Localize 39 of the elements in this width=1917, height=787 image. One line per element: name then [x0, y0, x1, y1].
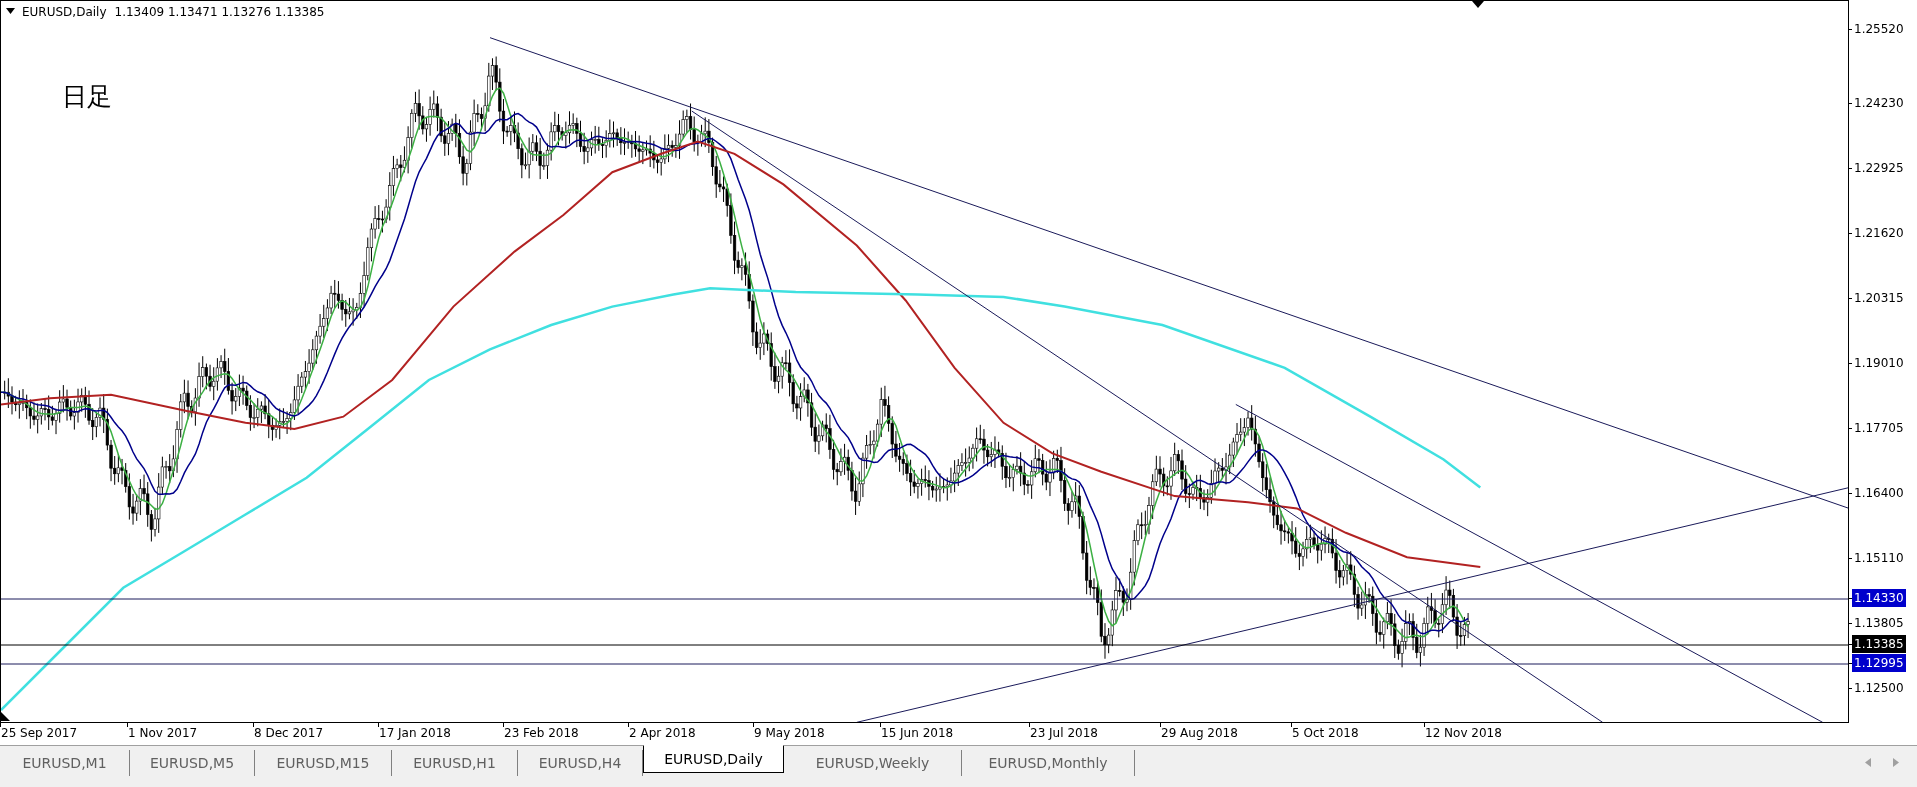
price-level-label: 1.14330: [1852, 589, 1906, 607]
price-axis-label: 1.17705: [1853, 420, 1905, 437]
date-axis-label: 2 Apr 2018: [629, 725, 696, 742]
scroll-left-icon[interactable]: [1865, 758, 1871, 767]
date-axis-label: 5 Oct 2018: [1292, 725, 1359, 742]
date-axis-label: 12 Nov 2018: [1425, 725, 1502, 742]
date-axis-label: 9 May 2018: [754, 725, 825, 742]
price-axis-label: 1.19010: [1853, 355, 1905, 372]
date-axis-label: 1 Nov 2017: [128, 725, 198, 742]
date-axis-label: 17 Jan 2018: [379, 725, 451, 742]
price-axis-label: 1.24230: [1853, 95, 1905, 112]
date-axis-label: 23 Feb 2018: [504, 725, 579, 742]
price-axis-label: 1.15110: [1853, 550, 1905, 567]
chart-tab[interactable]: EURUSD,M15: [255, 750, 392, 776]
price-axis-label: 1.12500: [1853, 680, 1905, 697]
chart-tab[interactable]: EURUSD,M5: [130, 750, 255, 776]
date-axis-label: 15 Jun 2018: [881, 725, 954, 742]
price-axis-label: 1.13805: [1853, 615, 1905, 632]
date-axis-label: 25 Sep 2017: [1, 725, 78, 742]
price-axis-label: 1.20315: [1853, 290, 1905, 307]
price-axis-label: 1.16400: [1853, 485, 1905, 502]
date-axis-label: 8 Dec 2017: [254, 725, 324, 742]
chart-tab[interactable]: EURUSD,Weekly: [784, 750, 962, 776]
date-axis-label: 29 Aug 2018: [1161, 725, 1238, 742]
scroll-right-icon[interactable]: [1893, 758, 1899, 767]
price-axis-label: 1.21620: [1853, 225, 1905, 242]
price-level-label: 1.13385: [1852, 635, 1906, 653]
chart-tab[interactable]: EURUSD,H1: [392, 750, 518, 776]
chart-annotation-text: 日足: [62, 81, 112, 113]
triangle-down-icon[interactable]: [6, 8, 15, 14]
chart-tab[interactable]: EURUSD,Monthly: [962, 750, 1135, 776]
chart-tab[interactable]: EURUSD,Daily: [643, 745, 784, 773]
price-axis-label: 1.22925: [1853, 160, 1905, 177]
price-axis-label: 1.25520: [1853, 21, 1905, 38]
chart-tab[interactable]: EURUSD,M1: [0, 750, 130, 776]
ohlc-values: 1.13409 1.13471 1.13276 1.13385: [114, 4, 325, 21]
date-axis-label: 23 Jul 2018: [1030, 725, 1098, 742]
price-level-label: 1.12995: [1852, 654, 1906, 672]
chart-symbol-title: EURUSD,Daily: [22, 4, 107, 21]
